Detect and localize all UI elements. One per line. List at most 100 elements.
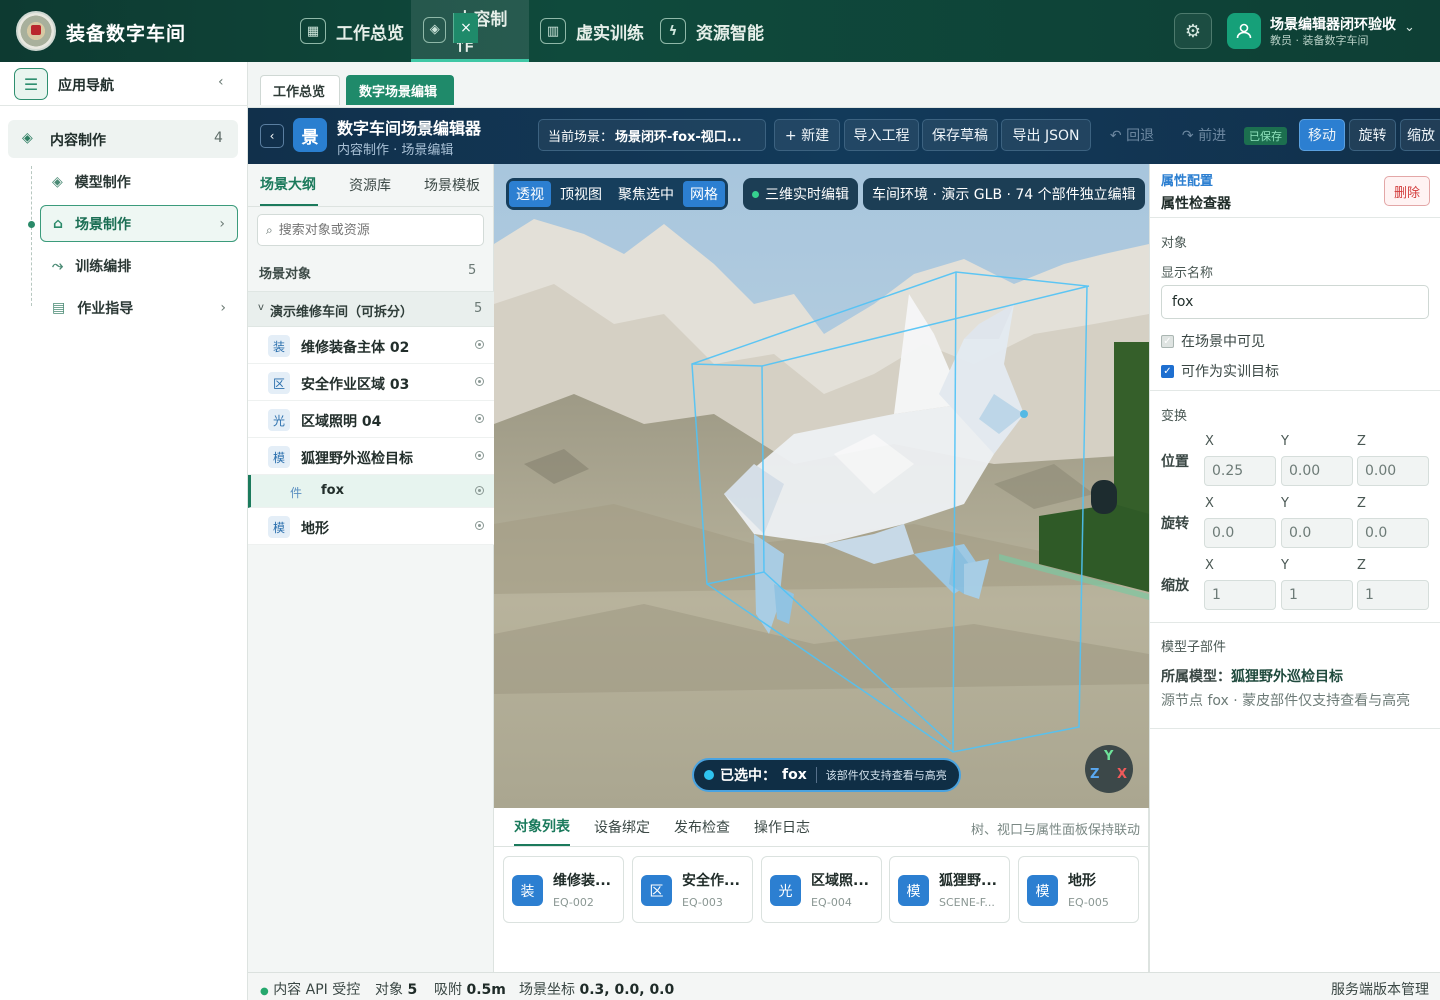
scale-x-input[interactable]: 1	[1204, 580, 1276, 610]
object-card[interactable]: 模 地形 EQ-005	[1018, 856, 1139, 923]
sidebar-item-scene[interactable]: ⌂ 场景制作 ›	[40, 205, 238, 242]
import-button[interactable]: 导入工程	[844, 119, 919, 151]
search-icon: ⌕	[266, 222, 273, 237]
save-draft-button[interactable]: 保存草稿	[922, 119, 998, 151]
tree-row[interactable]: 模 狐狸野外巡检目标	[248, 438, 494, 475]
scale-y-input[interactable]: 1	[1281, 580, 1353, 610]
sidebar: ☰ 应用导航 ‹ ◈ 内容制作 4 ◈ 模型制作 ⌂ 场景制作 › ⤳ 训练编排…	[0, 62, 248, 1000]
rotation-z-input[interactable]: 0.0	[1357, 518, 1429, 548]
grid-toggle-button[interactable]: 网格	[683, 181, 725, 207]
scale-tool-button[interactable]: 缩放	[1400, 119, 1440, 151]
chevron-down-icon[interactable]: ⌄	[1404, 20, 1415, 35]
rotation-x-input[interactable]: 0.0	[1204, 518, 1276, 548]
tab-scene-editor[interactable]: 数字场景编辑	[346, 75, 454, 105]
tree-row[interactable]: 装 维修装备主体 02	[248, 327, 494, 364]
search-box[interactable]: ⌕	[257, 214, 484, 246]
visibility-icon[interactable]	[475, 486, 484, 495]
rotation-y-input[interactable]: 0.0	[1281, 518, 1353, 548]
tab-object-list[interactable]: 对象列表	[514, 808, 570, 846]
sidebar-item-training[interactable]: ⤳ 训练编排	[40, 248, 238, 284]
new-button[interactable]: + 新建	[774, 119, 840, 151]
visibility-icon[interactable]	[475, 414, 484, 423]
object-card[interactable]: 模 狐狸野... SCENE-F...	[889, 856, 1010, 923]
visibility-icon[interactable]	[475, 340, 484, 349]
expand-toggle-icon[interactable]: v	[258, 302, 264, 313]
object-card[interactable]: 光 区域照... EQ-004	[761, 856, 882, 923]
search-input[interactable]	[278, 222, 469, 238]
tab-operation-log[interactable]: 操作日志	[754, 808, 810, 846]
environment-chip: 车间环境 · 演示 GLB · 74 个部件独立编辑	[863, 178, 1145, 210]
editor-logo: 景	[293, 118, 327, 152]
type-badge: 模	[268, 446, 290, 468]
topnav-resources[interactable]: ϟ 资源智能	[648, 0, 776, 62]
selection-indicator: 已选中： fox 该部件仅支持查看与高亮	[692, 758, 961, 792]
undo-button[interactable]: ↶ 回退	[1104, 119, 1160, 151]
type-badge: 模	[268, 516, 290, 538]
tab-device-binding[interactable]: 设备绑定	[594, 808, 650, 846]
avatar[interactable]	[1227, 13, 1261, 49]
sidebar-item-model[interactable]: ◈ 模型制作	[40, 164, 238, 200]
sidebar-title: 应用导航	[58, 78, 114, 94]
display-name-field[interactable]: fox	[1161, 285, 1429, 319]
user-name[interactable]: 场景编辑器闭环验收	[1270, 14, 1396, 34]
scale-z-input[interactable]: 1	[1357, 580, 1429, 610]
property-inspector: 属性配置 属性检查器 删除 对象 显示名称 fox ✓ 在场景中可见 ✓ 可作为…	[1149, 164, 1440, 972]
checkbox-checked: ✓	[1161, 364, 1174, 378]
page-tabs: 工作总览 数字场景编辑	[248, 62, 1440, 108]
parent-model: 所属模型：狐狸野外巡检目标	[1161, 669, 1343, 685]
close-icon[interactable]: ×	[453, 13, 478, 43]
3d-viewport[interactable]: 透视 顶视图 聚焦选中 网格 三维实时编辑 车间环境 · 演示 GLB · 74…	[494, 164, 1149, 808]
server-version-management[interactable]: 服务端版本管理	[1331, 979, 1429, 999]
export-json-button[interactable]: 导出 JSON	[1001, 119, 1091, 151]
current-scene-selector[interactable]: 当前场景： 场景闭环-fox-视口...	[538, 119, 766, 151]
tab-overview[interactable]: 工作总览	[260, 75, 340, 105]
section-title: 场景对象	[259, 267, 312, 282]
tab-publish-check[interactable]: 发布检查	[674, 808, 730, 846]
position-x-input[interactable]: 0.25	[1204, 456, 1276, 486]
sidebar-group-content[interactable]: ◈ 内容制作 4	[8, 120, 238, 158]
scene-outline-panel: 场景大纲 资源库 场景模板 ⌕ 场景对象 5 v 演示维修车间（可拆分） 5 装…	[248, 164, 494, 972]
sidebar-item-guide[interactable]: ▤ 作业指导 ›	[40, 290, 238, 326]
tab-resource-library[interactable]: 资源库	[349, 164, 391, 206]
perspective-button[interactable]: 透视	[509, 181, 551, 207]
object-card[interactable]: 区 安全作... EQ-003	[632, 856, 753, 923]
top-bar: 装备数字车间 ▦ 工作总览 ◈ 内容制作 ▥ 虚实训练 ϟ 资源智能 ⚙ 场景编…	[0, 0, 1440, 62]
tab-scene-outline[interactable]: 场景大纲	[260, 164, 318, 206]
position-label: 位置	[1161, 454, 1189, 470]
source-note: 源节点 fox · 蒙皮部件仅支持查看与高亮	[1161, 693, 1411, 709]
axis-gizmo[interactable]: Y Z X	[1085, 745, 1133, 793]
rotate-tool-button[interactable]: 旋转	[1349, 119, 1396, 151]
visibility-icon[interactable]	[475, 451, 484, 460]
target-checkbox[interactable]: ✓ 可作为实训目标	[1161, 361, 1279, 381]
tree-row[interactable]: 光 区域照明 04	[248, 401, 494, 438]
grid-icon: ▦	[300, 18, 326, 44]
user-role: 教员 · 装备数字车间	[1270, 34, 1369, 47]
collapse-icon[interactable]: ‹	[218, 74, 224, 90]
back-icon[interactable]: ‹	[260, 124, 284, 148]
delete-button[interactable]: 删除	[1384, 176, 1430, 206]
tab-scene-templates[interactable]: 场景模板	[424, 164, 480, 206]
doc-icon: ▤	[52, 300, 66, 316]
position-z-input[interactable]: 0.00	[1357, 456, 1429, 486]
tree-row[interactable]: 模 地形	[248, 508, 494, 545]
rotation-label: 旋转	[1161, 516, 1189, 532]
topnav-overview[interactable]: ▦ 工作总览	[288, 0, 416, 62]
type-badge: 区	[268, 372, 290, 394]
visibility-icon[interactable]	[475, 521, 484, 530]
top-view-button[interactable]: 顶视图	[553, 181, 609, 207]
tree-row-selected[interactable]: 件 fox	[248, 475, 494, 508]
object-card[interactable]: 装 维修装... EQ-002	[503, 856, 624, 923]
position-y-input[interactable]: 0.00	[1281, 456, 1353, 486]
visible-checkbox[interactable]: ✓ 在场景中可见	[1161, 331, 1265, 351]
topnav-training[interactable]: ▥ 虚实训练	[528, 0, 656, 62]
visibility-icon[interactable]	[475, 377, 484, 386]
move-tool-button[interactable]: 移动	[1299, 119, 1345, 151]
menu-icon[interactable]: ☰	[14, 68, 48, 100]
type-badge: 光	[268, 409, 290, 431]
inspector-title: 属性检查器	[1161, 196, 1231, 212]
gear-icon[interactable]: ⚙	[1174, 13, 1212, 49]
tree-row[interactable]: 区 安全作业区域 03	[248, 364, 494, 401]
tree-group-row[interactable]: v 演示维修车间（可拆分） 5	[248, 291, 494, 327]
redo-button[interactable]: ↷ 前进	[1174, 119, 1234, 151]
focus-selected-button[interactable]: 聚焦选中	[611, 181, 681, 207]
